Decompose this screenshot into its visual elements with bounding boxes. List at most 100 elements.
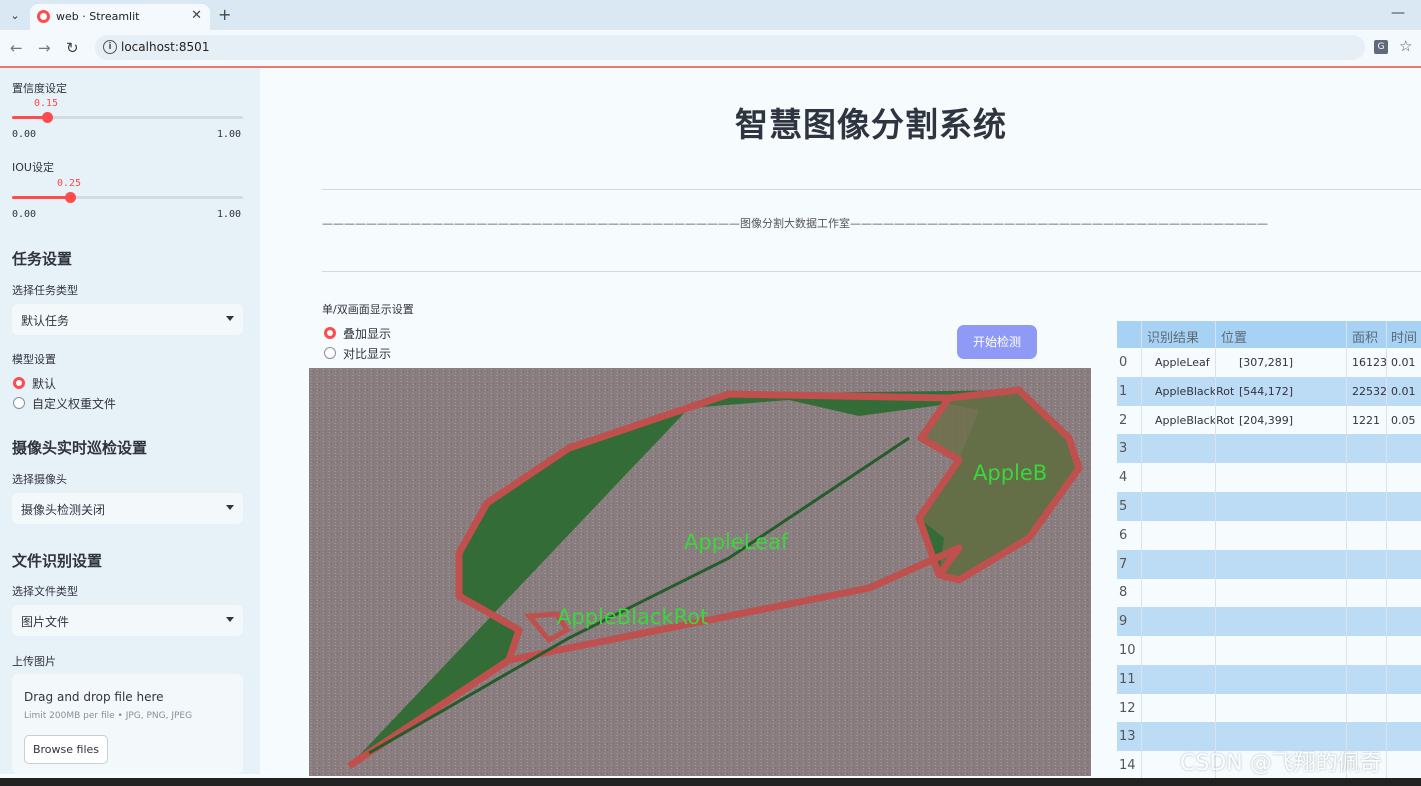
banner-text: ——————————————————————————————————————图像…: [322, 217, 1268, 230]
display-option-overlay[interactable]: 叠加显示: [343, 325, 391, 342]
header-area[interactable]: 面积: [1352, 327, 1378, 346]
new-tab-icon[interactable]: +: [218, 5, 231, 24]
cell-area: 22532: [1352, 384, 1386, 398]
camera-value: 摄像头检测关闭: [21, 503, 106, 517]
cell-area: 161234: [1352, 356, 1386, 369]
file-type-select[interactable]: 图片文件: [12, 605, 243, 636]
table-row[interactable]: 8: [1117, 578, 1421, 607]
table-row[interactable]: 2 AppleBlackRot [204,399] 1221 0.05: [1117, 406, 1421, 435]
url-field[interactable]: i localhost:8501: [95, 35, 1365, 60]
table-row[interactable]: 12: [1117, 694, 1421, 723]
watermark: CSDN @飞翔的佩奇: [1180, 751, 1382, 776]
appleblackrot-label-cropped: AppleB: [973, 461, 1047, 485]
row-index: 8: [1119, 585, 1128, 601]
model-radio-custom[interactable]: [13, 397, 25, 409]
task-type-select[interactable]: 默认任务: [12, 304, 243, 335]
row-index: 3: [1119, 441, 1128, 457]
file-section-heading: 文件识别设置: [12, 552, 103, 570]
confidence-slider[interactable]: [12, 112, 243, 123]
row-index: 9: [1119, 614, 1128, 630]
confidence-slider-thumb[interactable]: [41, 112, 53, 123]
row-index: 2: [1119, 412, 1128, 428]
address-bar: ← → ↻ i localhost:8501 G ☆: [0, 30, 1421, 66]
main-content: 智慧图像分割系统 ———————————————————————————————…: [260, 68, 1421, 786]
row-index: 14: [1119, 758, 1136, 774]
camera-select[interactable]: 摄像头检测关闭: [12, 493, 243, 524]
iou-slider[interactable]: [12, 192, 243, 203]
start-detection-button[interactable]: 开始检测: [957, 325, 1037, 359]
column-divider: [1386, 321, 1387, 781]
task-type-value: 默认任务: [21, 314, 70, 328]
confidence-min: 0.00: [12, 129, 37, 140]
camera-section-heading: 摄像头实时巡检设置: [12, 439, 148, 457]
display-radio-compare[interactable]: [324, 347, 336, 359]
browse-files-button[interactable]: Browse files: [24, 735, 108, 764]
row-index: 7: [1119, 556, 1128, 572]
upload-title: Drag and drop file here: [24, 690, 164, 704]
header-position[interactable]: 位置: [1221, 327, 1247, 346]
row-index: 10: [1119, 643, 1136, 658]
model-radio-default[interactable]: [13, 377, 25, 389]
minimize-icon[interactable]: —: [1391, 5, 1405, 21]
table-row[interactable]: 9: [1117, 607, 1421, 637]
column-divider: [1141, 321, 1142, 781]
back-icon[interactable]: ←: [10, 39, 23, 57]
cell-result: AppleBlackRot: [1155, 413, 1235, 427]
header-result[interactable]: 识别结果: [1147, 327, 1199, 346]
cell-time: 0.01: [1391, 356, 1416, 369]
table-row[interactable]: 1 AppleBlackRot [544,172] 22532 0.01: [1117, 376, 1421, 406]
streamlit-favicon-icon: [37, 10, 50, 23]
model-label: 模型设置: [12, 353, 56, 366]
upload-limit: Limit 200MB per file • JPG, PNG, JPEG: [24, 711, 193, 721]
table-row[interactable]: 4: [1117, 463, 1421, 492]
divider-top: [322, 189, 1421, 190]
cell-position: [307,281]: [1239, 356, 1294, 369]
task-type-label: 选择任务类型: [12, 284, 78, 297]
table-row[interactable]: 0 AppleLeaf [307,281] 161234 0.01: [1117, 348, 1421, 377]
iou-label: IOU设定: [12, 161, 54, 174]
tab-close-icon[interactable]: ✕: [191, 8, 202, 23]
chevron-down-icon: [226, 617, 234, 622]
row-index: 6: [1119, 527, 1128, 543]
file-uploader-dropzone[interactable]: Drag and drop file here Limit 200MB per …: [12, 674, 243, 774]
display-option-compare[interactable]: 对比显示: [343, 345, 391, 362]
table-row[interactable]: 5: [1117, 492, 1421, 521]
browser-tab[interactable]: web · Streamlit ✕: [30, 4, 210, 30]
model-option-custom[interactable]: 自定义权重文件: [32, 395, 116, 412]
table-row[interactable]: 11: [1117, 664, 1421, 694]
page-title: 智慧图像分割系统: [735, 105, 1007, 144]
reload-icon[interactable]: ↻: [66, 39, 79, 57]
header-time[interactable]: 时间: [1391, 327, 1421, 346]
tab-search-icon[interactable]: ⌄: [6, 7, 24, 25]
table-row[interactable]: 7: [1117, 549, 1421, 579]
table-row[interactable]: 6: [1117, 521, 1421, 550]
translate-icon[interactable]: G: [1374, 40, 1388, 54]
divider-bottom: [322, 271, 1421, 272]
cell-time: 0.01: [1391, 384, 1416, 398]
model-option-default[interactable]: 默认: [32, 375, 56, 392]
url-text[interactable]: localhost:8501: [121, 40, 209, 54]
column-divider: [1215, 321, 1216, 781]
taskbar-strip: [0, 778, 1421, 786]
upload-label: 上传图片: [12, 655, 56, 668]
task-section-heading: 任务设置: [12, 250, 73, 268]
confidence-max: 1.00: [217, 129, 242, 140]
camera-label: 选择摄像头: [12, 473, 67, 486]
row-index: 1: [1119, 383, 1128, 399]
appleleaf-label: AppleLeaf: [684, 530, 789, 554]
iou-max: 1.00: [217, 209, 242, 220]
display-radio-overlay[interactable]: [324, 327, 336, 339]
file-type-label: 选择文件类型: [12, 585, 78, 598]
table-row[interactable]: 3: [1117, 434, 1421, 464]
iou-slider-thumb[interactable]: [64, 192, 76, 203]
bookmark-star-icon[interactable]: ☆: [1399, 37, 1412, 55]
cell-area: 1221: [1352, 413, 1380, 427]
iou-min: 0.00: [12, 209, 37, 220]
forward-icon[interactable]: →: [38, 39, 51, 57]
column-divider: [1346, 321, 1347, 781]
cell-position: [544,172]: [1239, 384, 1294, 398]
table-row[interactable]: 10: [1117, 636, 1421, 665]
browser-tab-bar: ⌄ web · Streamlit ✕ + —: [0, 0, 1421, 30]
sidebar: 置信度设定 0.15 0.00 1.00 IOU设定 0.25 0.00 1.0…: [0, 68, 260, 774]
site-info-icon[interactable]: i: [103, 40, 117, 54]
